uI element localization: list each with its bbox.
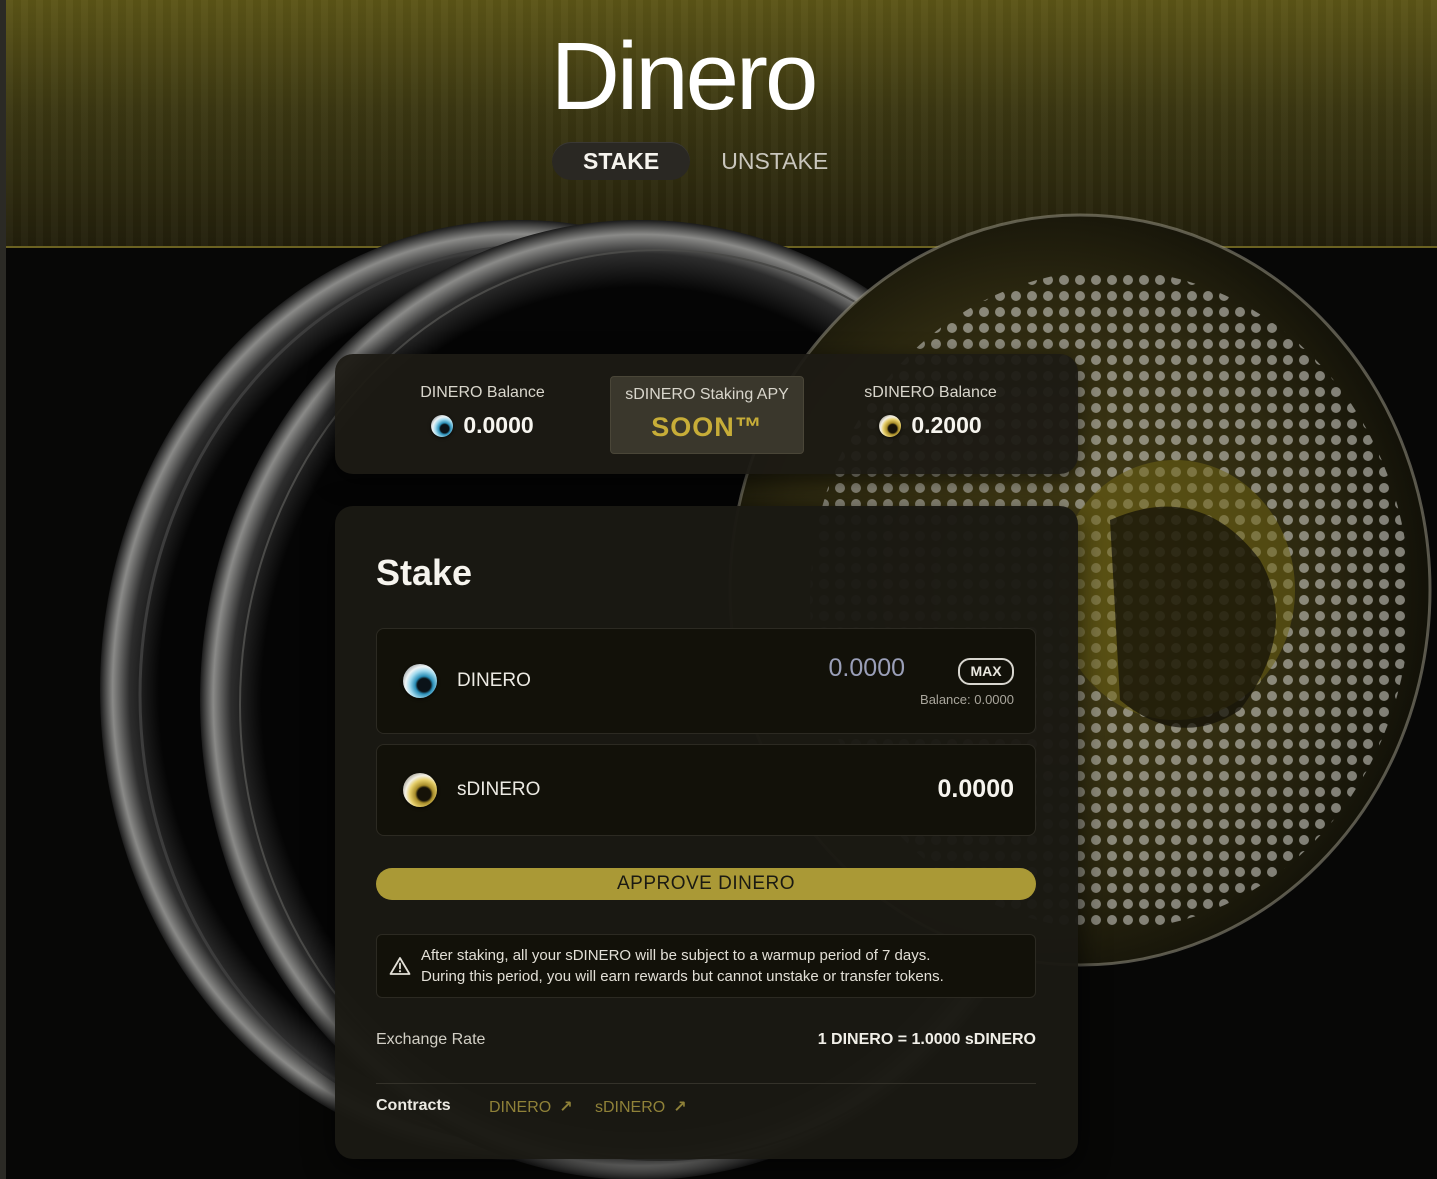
external-link-icon: ↗ — [673, 1099, 687, 1116]
sdinero-balance-value-row: 0.2000 — [843, 412, 1018, 439]
input-balance-hint: Balance: 0.0000 — [920, 692, 1014, 707]
contracts-label: Contracts — [376, 1097, 451, 1114]
stake-card: Stake DINERO MAX Balance: 0.0000 sDINERO… — [335, 506, 1078, 1159]
input-token: DINERO — [403, 664, 531, 698]
dinero-balance-value-row: 0.0000 — [395, 412, 570, 439]
staking-apy-value: SOON™ — [651, 412, 763, 442]
dinero-contract-link-label: DINERO — [489, 1099, 552, 1116]
max-button[interactable]: MAX — [958, 658, 1014, 685]
exchange-rate-label: Exchange Rate — [376, 1031, 486, 1048]
dinero-balance-stat: DINERO Balance 0.0000 — [395, 384, 570, 439]
sdinero-contract-link-label: sDINERO — [595, 1099, 666, 1116]
input-token-symbol: DINERO — [457, 670, 531, 691]
sdinero-balance-value: 0.2000 — [911, 412, 982, 438]
stake-title: Stake — [376, 552, 473, 593]
sdinero-balance-label: sDINERO Balance — [864, 384, 997, 401]
external-link-icon: ↗ — [559, 1099, 573, 1116]
staking-apy-stat: sDINERO Staking APY SOON™ — [610, 376, 804, 454]
stats-card: DINERO Balance 0.0000 sDINERO Staking AP… — [335, 354, 1078, 474]
warmup-notice: After staking, all your sDINERO will be … — [376, 934, 1036, 998]
output-amount: 0.0000 — [937, 775, 1014, 803]
notice-line-2: During this period, you will earn reward… — [421, 968, 944, 985]
mode-tabs: STAKE UNSTAKE — [552, 142, 859, 182]
dinero-balance-label: DINERO Balance — [420, 384, 545, 401]
brand-title: Dinero — [550, 23, 819, 130]
tab-stake[interactable]: STAKE — [552, 142, 691, 180]
output-token: sDINERO — [403, 773, 540, 807]
input-token-row: DINERO MAX Balance: 0.0000 — [376, 628, 1036, 734]
warning-icon — [389, 957, 411, 975]
dinero-balance-value: 0.0000 — [463, 412, 534, 438]
notice-text: After staking, all your sDINERO will be … — [421, 945, 1021, 987]
sdinero-contract-link[interactable]: sDINERO ↗ — [595, 1097, 687, 1117]
output-token-symbol: sDINERO — [457, 779, 541, 800]
sdinero-coin-icon — [403, 773, 437, 807]
approve-dinero-button[interactable]: APPROVE DINERO — [376, 868, 1036, 900]
tab-unstake[interactable]: UNSTAKE — [690, 142, 859, 180]
dinero-coin-icon — [403, 664, 437, 698]
dinero-contract-link[interactable]: DINERO ↗ — [489, 1097, 573, 1117]
stake-amount-input[interactable] — [663, 653, 907, 684]
exchange-rate-value: 1 DINERO = 1.0000 sDINERO — [817, 1031, 1036, 1048]
notice-line-1: After staking, all your sDINERO will be … — [421, 947, 931, 964]
output-token-row: sDINERO 0.0000 — [376, 744, 1036, 836]
sdinero-coin-icon — [879, 414, 902, 437]
divider — [376, 1083, 1036, 1084]
staking-apy-label: sDINERO Staking APY — [625, 386, 789, 403]
sdinero-balance-stat: sDINERO Balance 0.2000 — [843, 384, 1018, 439]
dinero-coin-icon — [431, 414, 454, 437]
